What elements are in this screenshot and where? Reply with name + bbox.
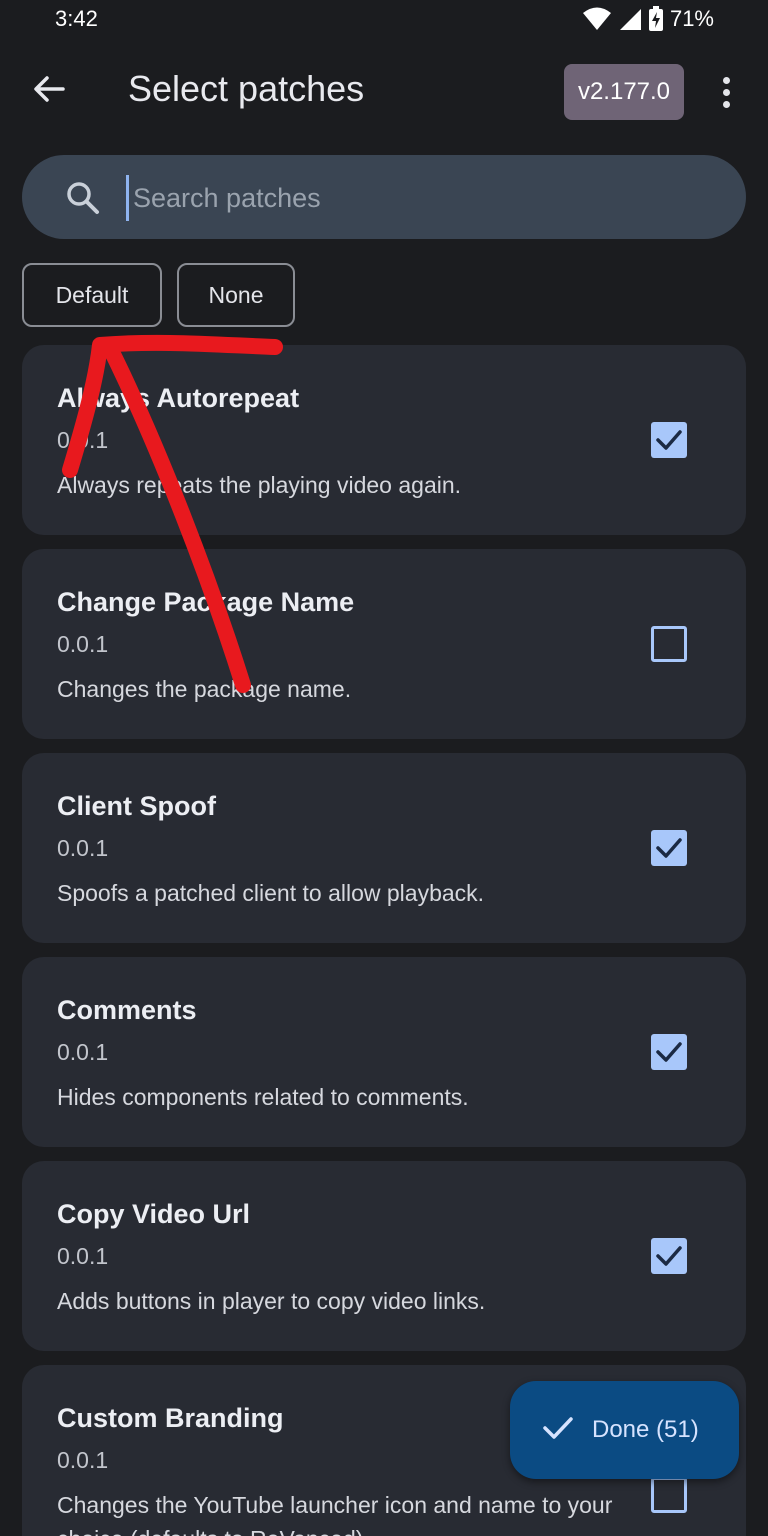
patch-card[interactable]: Copy Video Url 0.0.1 Adds buttons in pla…	[22, 1161, 746, 1351]
status-bar: 3:42 71%	[0, 0, 768, 44]
patch-checkbox[interactable]	[651, 422, 687, 458]
patch-description: Hides components related to comments.	[57, 1084, 469, 1110]
patch-checkbox[interactable]	[651, 1477, 687, 1513]
patch-card[interactable]: Comments 0.0.1 Hides components related …	[22, 957, 746, 1147]
patch-version: 0.0.1	[57, 835, 109, 861]
search-input[interactable]	[126, 175, 715, 221]
patch-name: Client Spoof	[57, 791, 216, 821]
patch-description: Changes the YouTube launcher icon and na…	[57, 1492, 613, 1536]
battery-percent: 71%	[669, 6, 714, 31]
back-button[interactable]	[26, 68, 72, 114]
status-icons: 71%	[582, 6, 714, 32]
arrow-back-icon	[33, 75, 65, 108]
more-options-button[interactable]	[706, 70, 746, 114]
patch-description: Always repeats the playing video again.	[57, 472, 462, 498]
patch-version: 0.0.1	[57, 1447, 109, 1473]
check-icon	[542, 1415, 574, 1446]
patch-description: Spoofs a patched client to allow playbac…	[57, 880, 485, 906]
screen: 3:42 71% Select patches v2.177.0 Search …	[0, 0, 768, 1536]
patch-name: Always Autorepeat	[57, 383, 300, 413]
done-button[interactable]: Done (51)	[510, 1381, 739, 1479]
patch-name: Comments	[57, 995, 197, 1025]
search-icon	[66, 181, 100, 220]
patch-name: Custom Branding	[57, 1403, 284, 1433]
patch-description: Changes the package name.	[57, 676, 352, 702]
status-time: 3:42	[55, 6, 98, 31]
patch-version: 0.0.1	[57, 427, 109, 453]
patch-description: Adds buttons in player to copy video lin…	[57, 1288, 486, 1314]
cell-signal-icon	[618, 7, 642, 31]
more-vert-icon-dot	[722, 100, 730, 108]
checkmark-icon	[656, 838, 682, 858]
more-vert-icon-dot	[722, 76, 730, 84]
battery-charging-icon	[648, 6, 664, 32]
done-label: Done (51)	[592, 1416, 699, 1443]
patch-version: 0.0.1	[57, 1039, 109, 1065]
patch-card[interactable]: Change Package Name 0.0.1 Changes the pa…	[22, 549, 746, 739]
wifi-icon	[582, 7, 612, 31]
none-button[interactable]: None	[177, 263, 295, 327]
patch-version: 0.0.1	[57, 1243, 109, 1269]
version-chip[interactable]: v2.177.0	[564, 64, 684, 120]
patch-card[interactable]: Client Spoof 0.0.1 Spoofs a patched clie…	[22, 753, 746, 943]
patch-name: Copy Video Url	[57, 1199, 251, 1229]
checkmark-icon	[656, 1246, 682, 1266]
search-bar[interactable]	[22, 155, 746, 239]
app-bar: Select patches v2.177.0	[0, 50, 768, 132]
default-button[interactable]: Default	[22, 263, 162, 327]
more-vert-icon-dot	[722, 88, 730, 96]
patch-checkbox[interactable]	[651, 1238, 687, 1274]
checkmark-icon	[656, 430, 682, 450]
patch-checkbox[interactable]	[651, 830, 687, 866]
checkmark-icon	[656, 1042, 682, 1062]
patch-checkbox[interactable]	[651, 1034, 687, 1070]
patch-checkbox[interactable]	[651, 626, 687, 662]
page-title: Select patches	[128, 68, 365, 109]
patch-card[interactable]: Always Autorepeat 0.0.1 Always repeats t…	[22, 345, 746, 535]
patch-name: Change Package Name	[57, 587, 355, 617]
patch-version: 0.0.1	[57, 631, 109, 657]
